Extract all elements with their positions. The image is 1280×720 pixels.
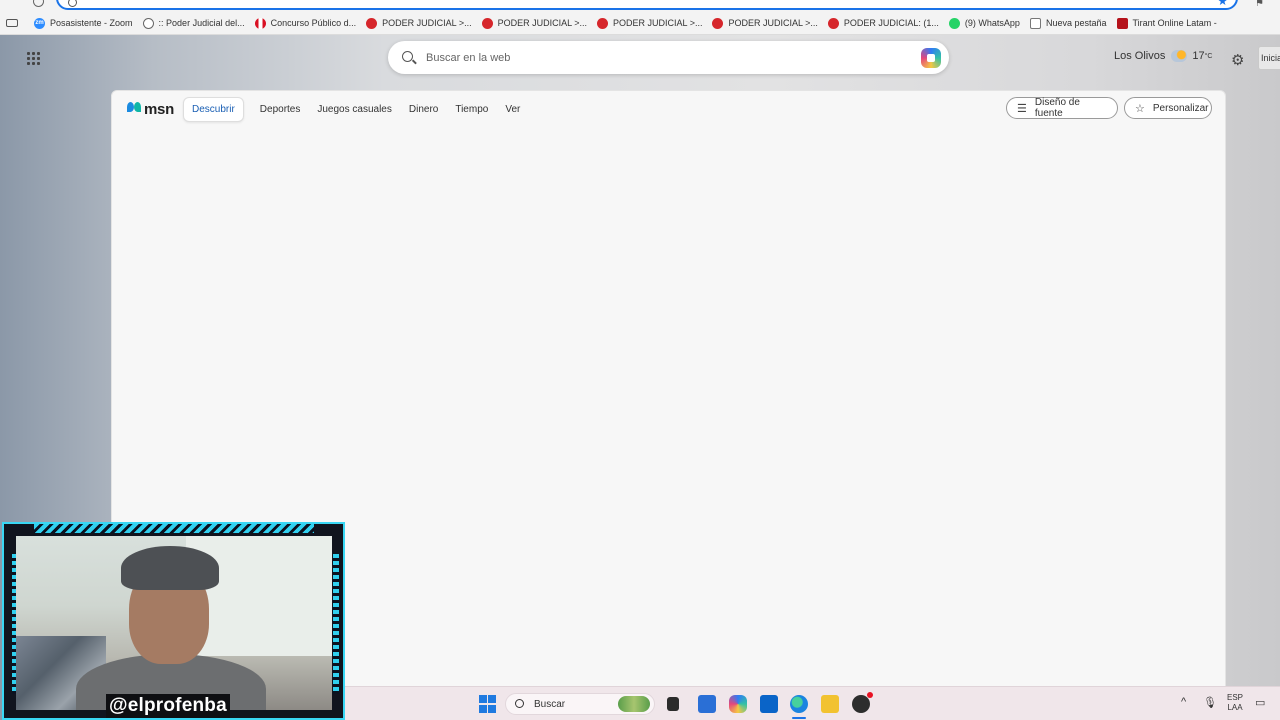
- app-launcher-icon[interactable]: [27, 52, 40, 65]
- taskbar-search[interactable]: Buscar: [505, 693, 655, 715]
- feed-tabs: Descubrir Deportes Juegos casuales Diner…: [183, 97, 529, 122]
- bookmark-whatsapp[interactable]: (9) WhatsApp: [948, 17, 1020, 29]
- tab-ver[interactable]: Ver: [497, 98, 528, 121]
- search-icon: [68, 0, 77, 7]
- copilot-taskbar-icon[interactable]: [729, 695, 747, 713]
- file-explorer-icon[interactable]: [821, 695, 839, 713]
- sliders-icon: ☰: [1017, 102, 1027, 115]
- address-bar-area: ★ ⚑: [0, 0, 1280, 12]
- windows-start-icon[interactable]: [479, 695, 497, 713]
- edge-icon[interactable]: [790, 695, 808, 713]
- bookmark-new-tab[interactable]: Nueva pestaña: [1029, 17, 1107, 29]
- weather-widget[interactable]: Los Olivos 17 °C: [1114, 50, 1212, 62]
- address-input[interactable]: ★: [56, 0, 1238, 10]
- msn-butterfly-icon: [127, 101, 141, 115]
- microphone-icon[interactable]: 🎙: [1203, 696, 1217, 709]
- bookmark-concurso[interactable]: Concurso Público d...: [254, 17, 356, 29]
- bookmarks-bar: zm Posasistente - Zoom :: Poder Judicial …: [0, 12, 1280, 35]
- store-icon[interactable]: [698, 695, 716, 713]
- bookmark-pj-1[interactable]: PODER JUDICIAL >...: [366, 17, 472, 29]
- bookmark-pj-3[interactable]: PODER JUDICIAL >...: [597, 17, 702, 29]
- new-tab-icon: [1029, 17, 1041, 29]
- personalize-button[interactable]: ☆ Personalizar: [1124, 97, 1212, 119]
- bookmark-pj-5[interactable]: PODER JUDICIAL: (1...: [827, 17, 939, 29]
- pj-icon: [597, 17, 609, 29]
- tab-deportes[interactable]: Deportes: [252, 98, 309, 121]
- bookmark-poder-judicial[interactable]: :: Poder Judicial del...: [142, 17, 245, 29]
- extensions-icon[interactable]: ⚑: [1255, 0, 1264, 9]
- language-indicator[interactable]: ESP LAA: [1227, 693, 1243, 713]
- web-search-box: [388, 41, 949, 74]
- tab-tiempo[interactable]: Tiempo: [447, 98, 496, 121]
- webcam-video: [16, 536, 332, 710]
- search-icon: [515, 699, 524, 708]
- active-app-indicator: [792, 717, 806, 719]
- weather-location: Los Olivos: [1114, 50, 1166, 62]
- bookmark-star-icon[interactable]: ★: [1217, 0, 1228, 8]
- tab-search-icon[interactable]: [6, 19, 18, 27]
- web-search-input[interactable]: [426, 48, 896, 68]
- bookmark-pj-2[interactable]: PODER JUDICIAL >...: [481, 17, 587, 29]
- copilot-icon[interactable]: [921, 48, 941, 68]
- pj-icon: [481, 17, 493, 29]
- obs-icon[interactable]: [852, 692, 873, 713]
- task-view-icon[interactable]: [667, 697, 679, 711]
- pj-icon: [712, 17, 724, 29]
- partly-cloudy-icon: [1171, 50, 1188, 62]
- whatsapp-icon: [948, 17, 960, 29]
- tirant-icon: [1116, 17, 1128, 29]
- network-icon[interactable]: ▭: [1255, 696, 1265, 709]
- frame-stripes: [34, 524, 314, 533]
- sparkle-icon: ☆: [1135, 102, 1145, 115]
- streamer-handle: @elprofenba: [106, 694, 230, 718]
- tab-juegos-casuales[interactable]: Juegos casuales: [309, 98, 400, 121]
- pj-icon: [366, 17, 378, 29]
- signin-button[interactable]: Inicia: [1258, 46, 1280, 70]
- weather-temperature: 17: [1192, 50, 1205, 62]
- frame-stripes: [333, 554, 339, 694]
- tab-descubrir[interactable]: Descubrir: [183, 97, 244, 122]
- peru-flag-icon: [254, 17, 266, 29]
- taskbar: Buscar ^ 🎙 ESP LAA ▭: [345, 686, 1280, 720]
- search-icon: [402, 51, 413, 62]
- pj-icon: [827, 17, 839, 29]
- weather-unit: °C: [1204, 52, 1213, 60]
- bookmark-tirant[interactable]: Tirant Online Latam -: [1116, 17, 1217, 29]
- globe-icon: [142, 17, 154, 29]
- feed-design-button[interactable]: ☰ Diseño de fuente: [1006, 97, 1118, 119]
- zoom-icon: zm: [34, 17, 45, 29]
- reload-icon[interactable]: [33, 0, 44, 7]
- settings-gear-icon[interactable]: ⚙: [1231, 51, 1244, 69]
- webcam-overlay: [2, 522, 345, 720]
- msn-logo[interactable]: msn: [127, 97, 174, 118]
- search-highlight-icon: [618, 696, 650, 712]
- bookmark-pj-4[interactable]: PODER JUDICIAL >...: [712, 17, 818, 29]
- outlook-icon[interactable]: [760, 695, 778, 713]
- tab-dinero[interactable]: Dinero: [401, 98, 446, 121]
- chevron-up-icon[interactable]: ^: [1181, 696, 1186, 708]
- bookmark-zoom[interactable]: zm Posasistente - Zoom: [34, 17, 133, 29]
